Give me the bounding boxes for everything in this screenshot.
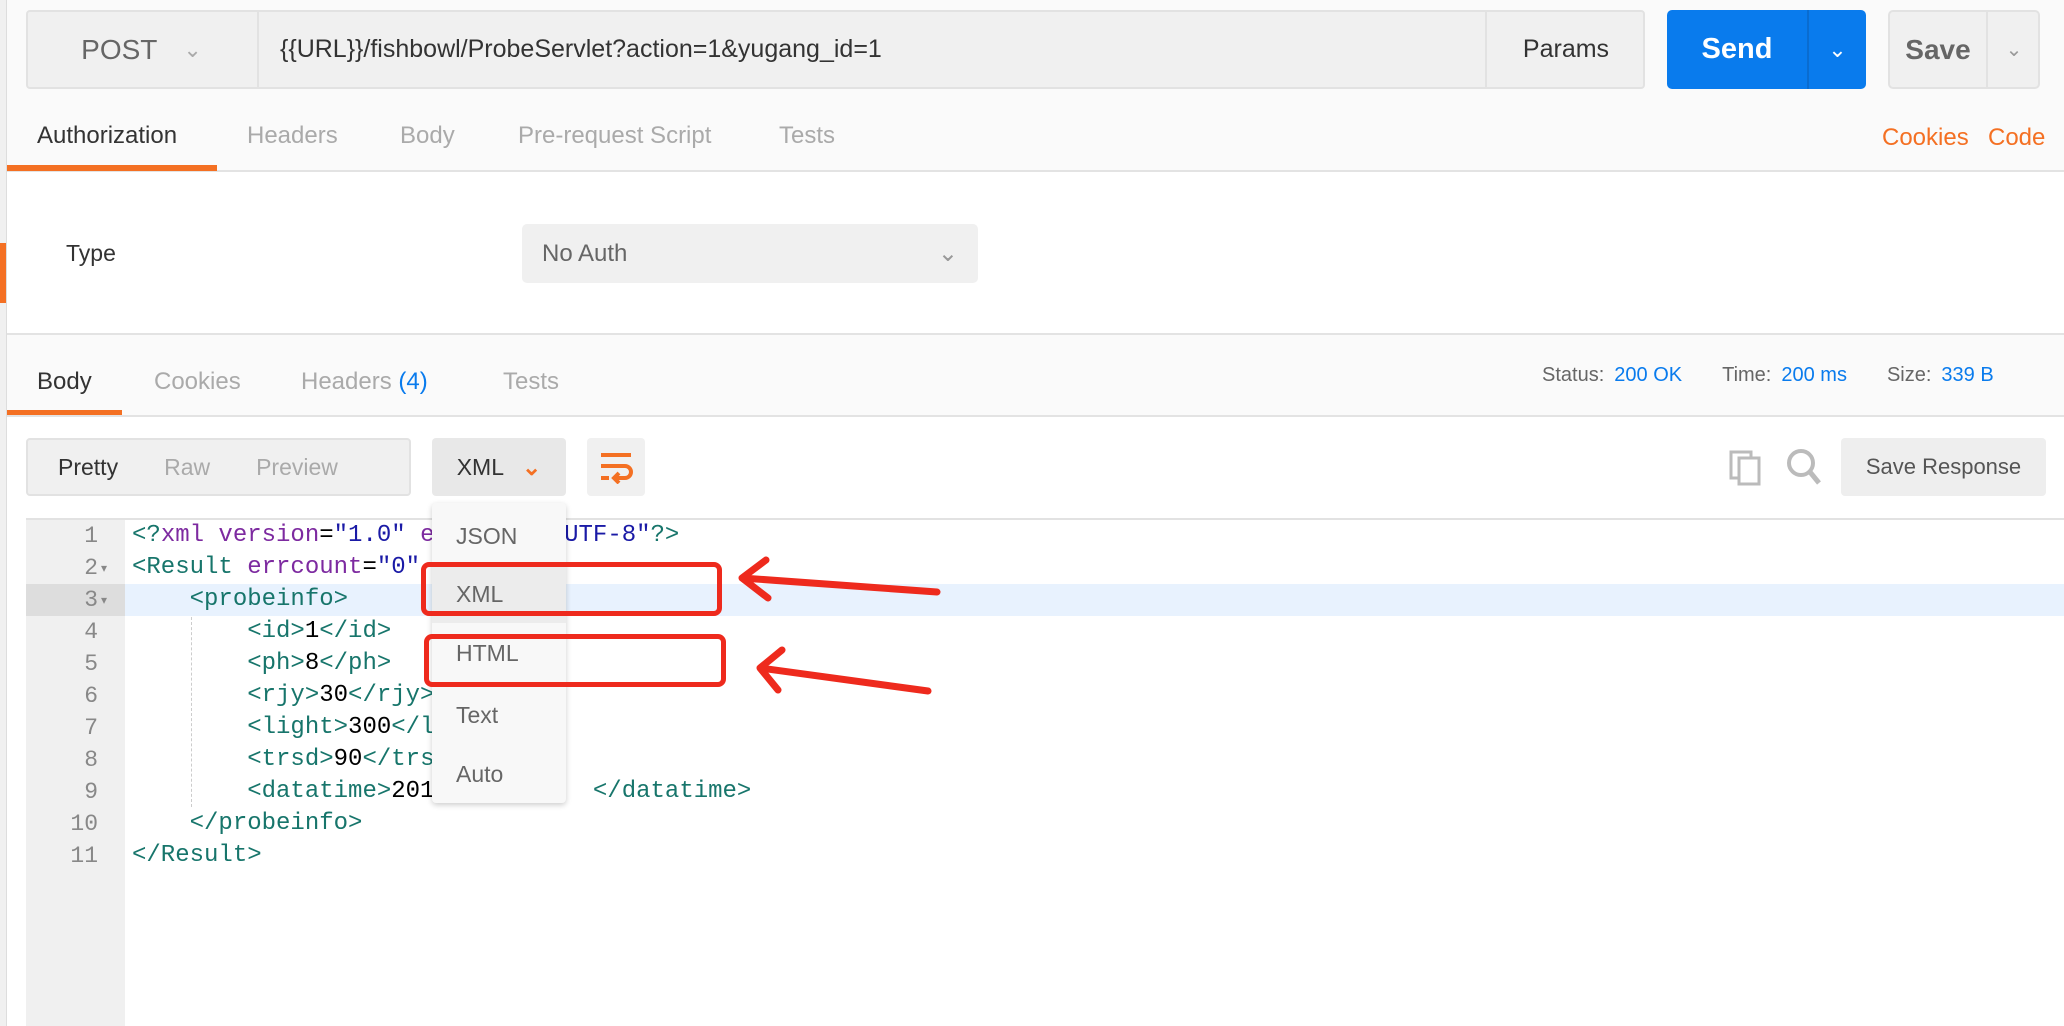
arrow-icon bbox=[738, 556, 941, 602]
annotation-arrows bbox=[738, 556, 941, 695]
arrow-icon bbox=[756, 646, 932, 695]
